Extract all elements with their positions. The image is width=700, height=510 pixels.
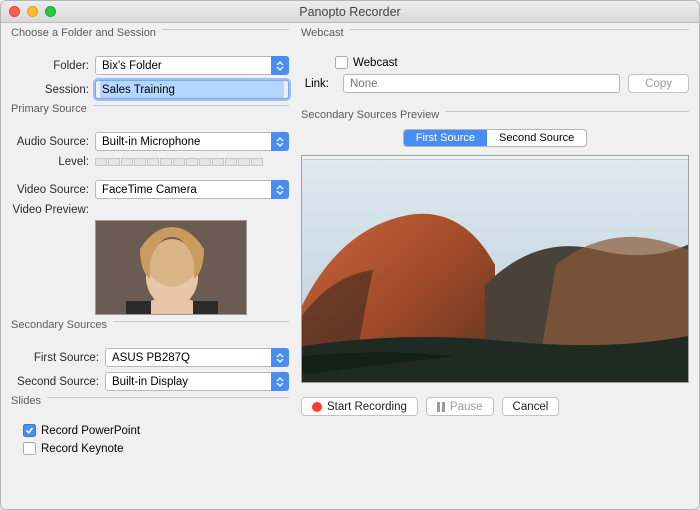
audio-level-meter	[95, 158, 263, 166]
titlebar: Panopto Recorder	[1, 1, 699, 23]
folder-session-group: Choose a Folder and Session Folder: Sess…	[11, 29, 289, 99]
chevron-updown-icon	[271, 348, 289, 367]
session-label: Session:	[11, 84, 95, 96]
cancel-button[interactable]: Cancel	[502, 397, 560, 416]
primary-source-legend: Primary Source	[11, 103, 93, 115]
webcast-group: Webcast Webcast Link: Copy	[301, 29, 689, 93]
link-input[interactable]	[343, 74, 620, 93]
video-source-label: Video Source:	[11, 184, 95, 196]
record-icon	[312, 402, 322, 412]
folder-select-value[interactable]	[95, 56, 289, 75]
maximize-icon[interactable]	[45, 6, 56, 17]
session-input[interactable]	[95, 80, 289, 99]
webcast-legend: Webcast	[301, 27, 350, 39]
secondary-preview-legend: Secondary Sources Preview	[301, 109, 445, 121]
tab-second-source[interactable]: Second Source	[487, 130, 586, 146]
audio-source-label: Audio Source:	[11, 136, 95, 148]
folder-session-legend: Choose a Folder and Session	[11, 27, 162, 39]
minimize-icon[interactable]	[27, 6, 38, 17]
webcast-checkbox-label: Webcast	[353, 57, 398, 69]
record-keynote-checkbox[interactable]	[23, 442, 36, 455]
first-source-value[interactable]	[105, 348, 289, 367]
start-recording-label: Start Recording	[327, 401, 407, 413]
video-preview	[95, 220, 247, 315]
chevron-updown-icon	[271, 132, 289, 151]
chevron-updown-icon	[271, 180, 289, 199]
audio-source-select[interactable]	[95, 132, 289, 151]
secondary-preview-image	[301, 155, 689, 383]
video-source-value[interactable]	[95, 180, 289, 199]
first-source-label: First Source:	[11, 352, 105, 364]
secondary-sources-legend: Secondary Sources	[11, 319, 113, 331]
close-icon[interactable]	[9, 6, 20, 17]
second-source-select[interactable]	[105, 372, 289, 391]
second-source-label: Second Source:	[11, 376, 105, 388]
copy-button[interactable]: Copy	[628, 74, 689, 93]
link-label: Link:	[301, 78, 335, 90]
audio-source-value[interactable]	[95, 132, 289, 151]
chevron-updown-icon	[271, 56, 289, 75]
folder-select[interactable]	[95, 56, 289, 75]
folder-label: Folder:	[11, 60, 95, 72]
tab-first-source[interactable]: First Source	[404, 130, 487, 146]
first-source-select[interactable]	[105, 348, 289, 367]
video-source-select[interactable]	[95, 180, 289, 199]
preview-tabs: First Source Second Source	[403, 129, 588, 147]
slides-group: Slides Record PowerPoint Record Keynote	[11, 397, 289, 455]
slides-legend: Slides	[11, 395, 47, 407]
second-source-value[interactable]	[105, 372, 289, 391]
pause-label: Pause	[450, 401, 483, 413]
secondary-preview-group: Secondary Sources Preview First Source S…	[301, 111, 689, 383]
record-powerpoint-label: Record PowerPoint	[41, 425, 140, 437]
video-preview-label: Video Preview:	[11, 204, 95, 216]
record-keynote-label: Record Keynote	[41, 443, 123, 455]
pause-icon	[437, 402, 445, 412]
pause-button[interactable]: Pause	[426, 397, 494, 416]
secondary-sources-group: Secondary Sources First Source: Second S…	[11, 321, 289, 391]
primary-source-group: Primary Source Audio Source: Level:	[11, 105, 289, 315]
start-recording-button[interactable]: Start Recording	[301, 397, 418, 416]
record-powerpoint-checkbox[interactable]	[23, 424, 36, 437]
level-label: Level:	[11, 156, 95, 168]
window-title: Panopto Recorder	[1, 5, 699, 19]
button-bar: Start Recording Pause Cancel	[301, 397, 689, 416]
chevron-updown-icon	[271, 372, 289, 391]
webcast-checkbox[interactable]	[335, 56, 348, 69]
traffic-lights	[9, 6, 56, 17]
app-window: Panopto Recorder Choose a Folder and Ses…	[0, 0, 700, 510]
